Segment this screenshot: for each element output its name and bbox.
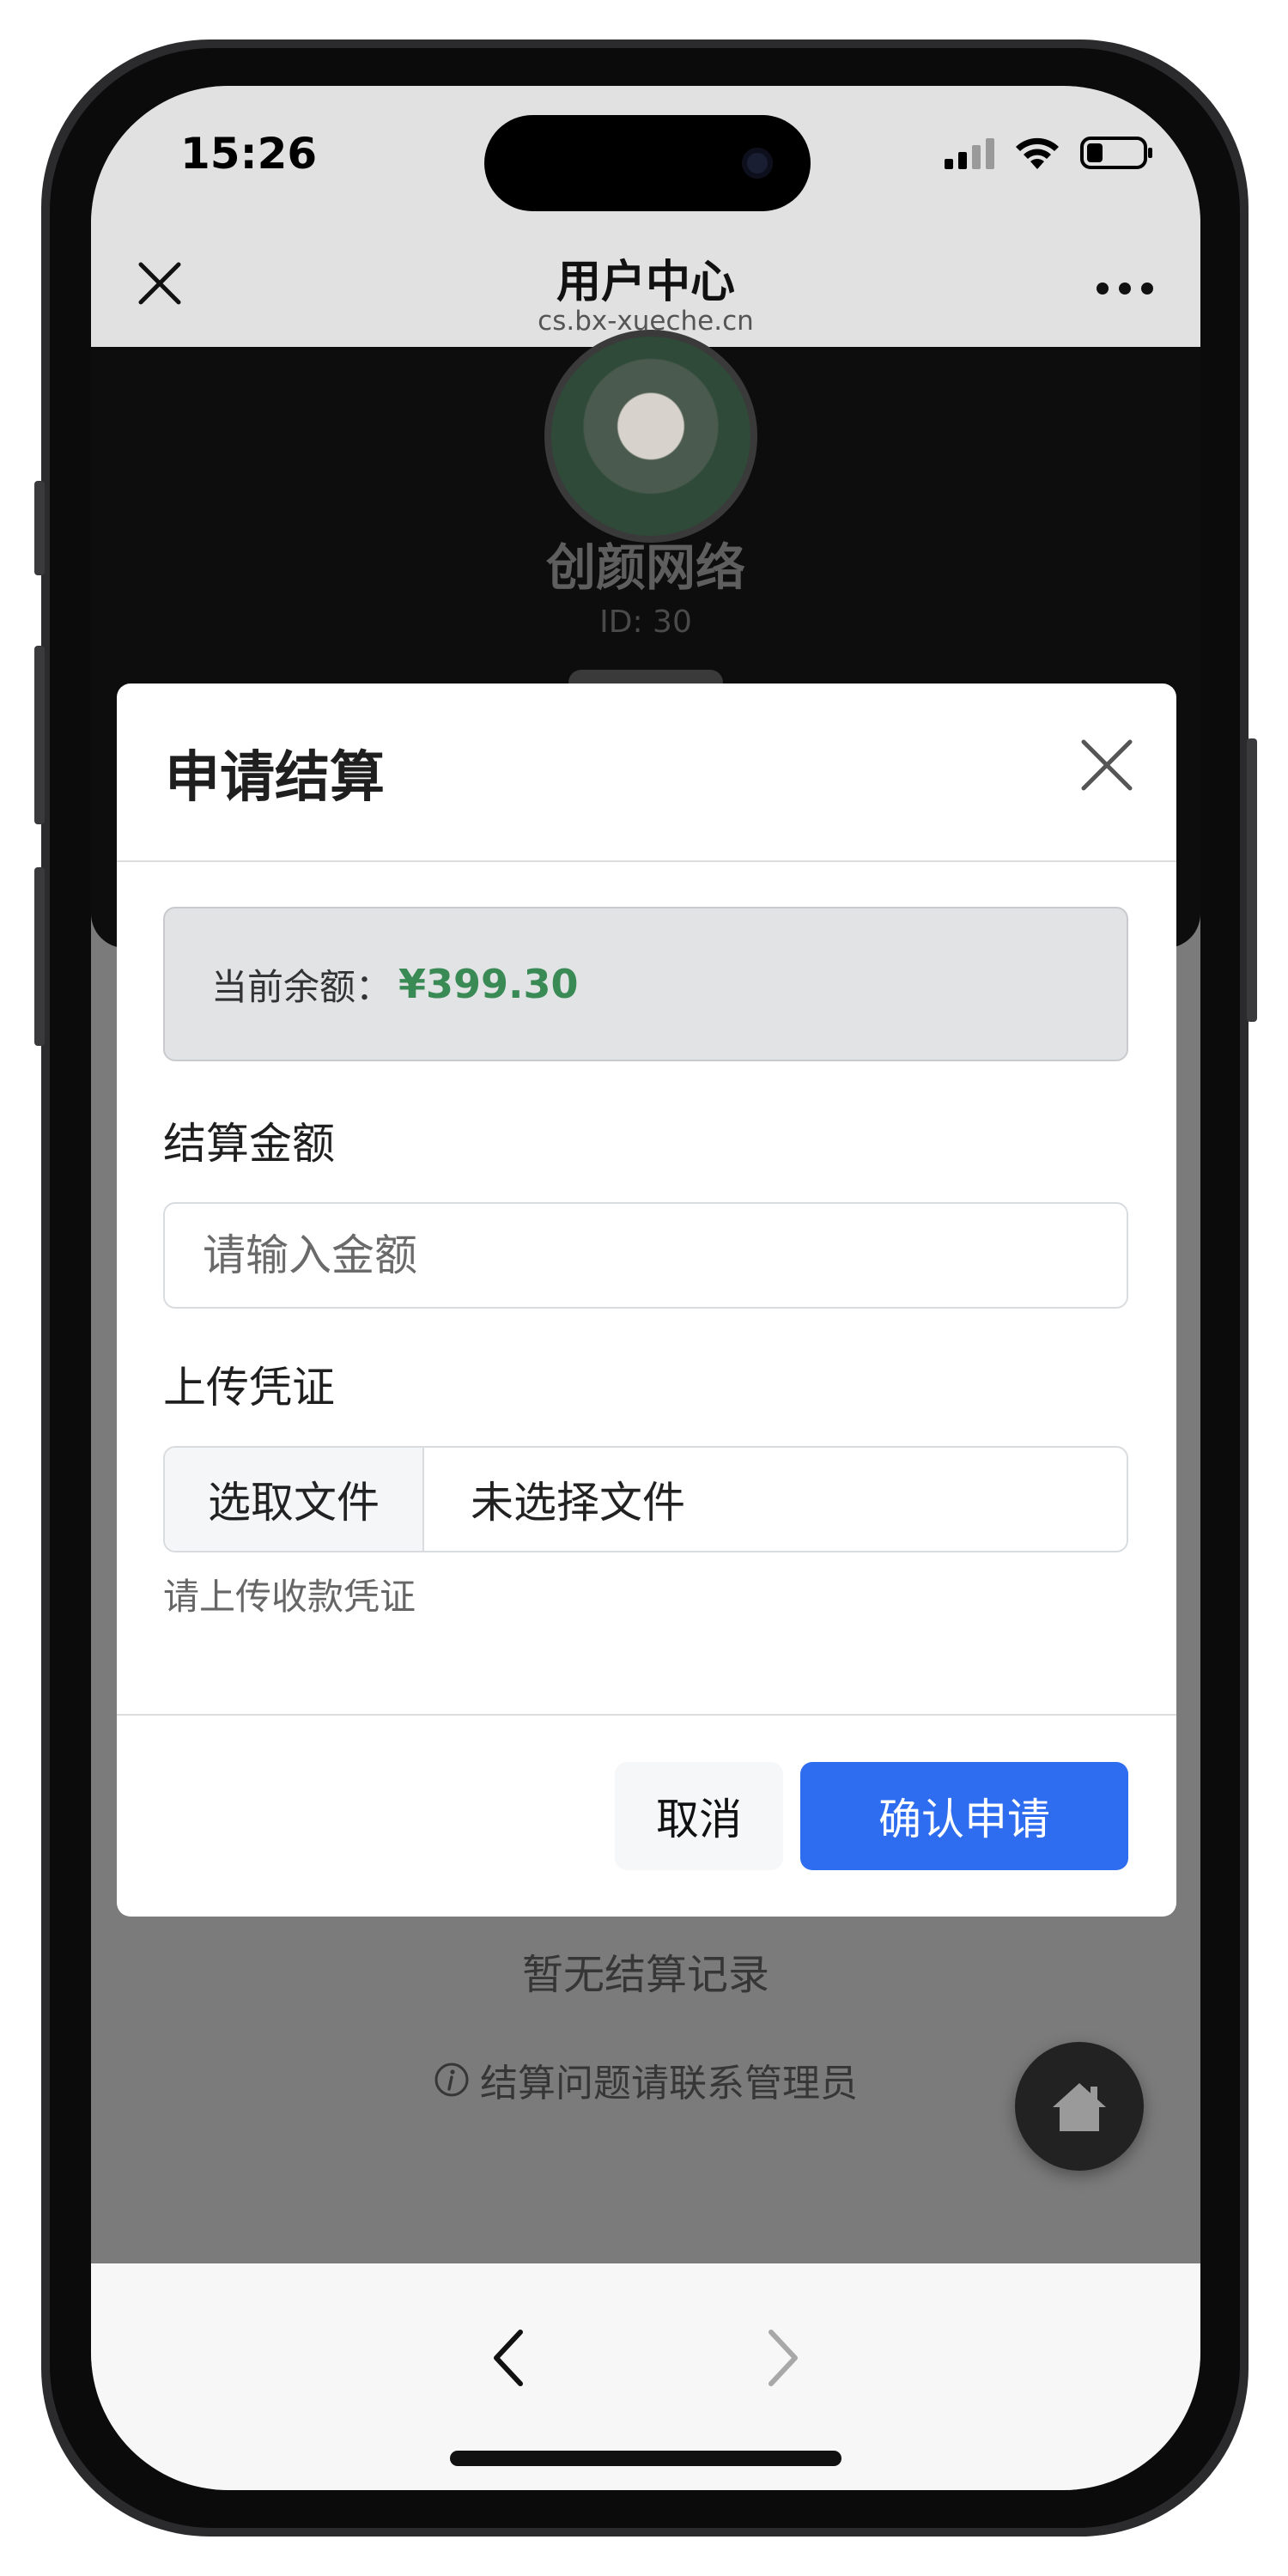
home-indicator <box>450 2451 841 2466</box>
amount-input[interactable] <box>163 1202 1128 1309</box>
status-bar: 15:26 <box>91 86 1200 232</box>
dynamic-island <box>484 115 811 211</box>
balance-box: 当前余额： ¥399.30 <box>163 907 1128 1061</box>
upload-label: 上传凭证 <box>163 1363 335 1413</box>
modal-footer: 取消 确认申请 <box>117 1714 1176 1918</box>
volume-up-button <box>34 646 45 824</box>
file-status: 未选择文件 <box>471 1478 685 1528</box>
camera-icon <box>742 148 773 179</box>
info-icon <box>434 2063 469 2097</box>
home-button[interactable] <box>1015 2042 1144 2171</box>
cellular-signal-icon <box>945 138 994 169</box>
file-input[interactable]: 选取文件 未选择文件 <box>163 1446 1128 1552</box>
status-time: 15:26 <box>180 129 318 179</box>
confirm-button[interactable]: 确认申请 <box>800 1762 1128 1870</box>
balance-label: 当前余额： <box>211 965 392 1008</box>
power-button <box>1247 738 1257 1022</box>
avatar <box>544 330 757 543</box>
volume-down-button <box>34 867 45 1046</box>
modal-title: 申请结算 <box>165 746 385 810</box>
admin-tip-text: 结算问题请联系管理员 <box>480 2062 858 2105</box>
more-dots-icon[interactable] <box>1094 280 1156 297</box>
empty-records-text: 暂无结算记录 <box>521 1951 769 1999</box>
close-icon[interactable] <box>1078 737 1135 793</box>
wifi-icon <box>1016 137 1059 169</box>
amount-label: 结算金额 <box>163 1119 335 1169</box>
modal-header: 申请结算 <box>117 683 1176 862</box>
profile-name: 创颜网络 <box>545 538 745 597</box>
phone-screen: 15:26 用户中心 cs.bx-xueche.cn 创颜网络 ID: 30 暂… <box>91 86 1200 2490</box>
choose-file-button[interactable]: 选取文件 <box>165 1448 424 1551</box>
balance-value: ¥399.30 <box>398 961 579 1007</box>
chevron-right-icon[interactable] <box>757 2324 809 2392</box>
home-icon <box>1053 2083 1106 2131</box>
action-button <box>34 481 45 575</box>
cancel-button[interactable]: 取消 <box>615 1762 783 1870</box>
settlement-modal: 申请结算 当前余额： ¥399.30 结算金额 上传凭证 选取文件 未选择文件 … <box>117 683 1176 1917</box>
battery-icon <box>1080 137 1152 169</box>
profile-id: ID: 30 <box>599 605 692 640</box>
upload-help-text: 请上传收款凭证 <box>163 1576 416 1618</box>
page-title: 用户中心 <box>556 257 735 308</box>
chevron-left-icon[interactable] <box>483 2324 534 2392</box>
status-icons <box>945 134 1154 172</box>
bottom-toolbar <box>91 2263 1200 2490</box>
